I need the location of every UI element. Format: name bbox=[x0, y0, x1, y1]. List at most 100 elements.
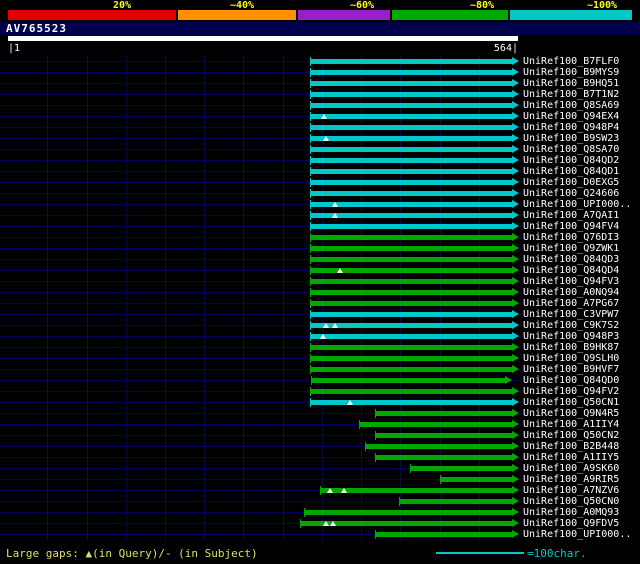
alignment-bar[interactable] bbox=[311, 378, 505, 383]
alignment-bar[interactable] bbox=[309, 235, 512, 240]
row-label[interactable]: UniRef100_A9SK60 bbox=[523, 463, 619, 474]
alignment-bar[interactable] bbox=[374, 532, 512, 537]
alignment-bar[interactable] bbox=[364, 444, 512, 449]
alignment-bar[interactable] bbox=[319, 488, 512, 493]
alignment-bar[interactable] bbox=[374, 433, 512, 438]
row-label[interactable]: UniRef100_Q94EX4 bbox=[523, 111, 619, 122]
alignment-bar[interactable] bbox=[309, 224, 512, 229]
row-label[interactable]: UniRef100_Q948P3 bbox=[523, 331, 619, 342]
query-bar bbox=[8, 36, 518, 41]
row-label[interactable]: UniRef100_Q94FV3 bbox=[523, 276, 619, 287]
alignment-bar[interactable] bbox=[309, 301, 512, 306]
alignment-bar[interactable] bbox=[374, 455, 512, 460]
alignment-bar[interactable] bbox=[304, 510, 512, 515]
row-label[interactable]: UniRef100_Q9SLH0 bbox=[523, 353, 619, 364]
row-label[interactable]: UniRef100_A7PG67 bbox=[523, 298, 619, 309]
alignment-bar[interactable] bbox=[309, 70, 512, 75]
bar-arrowhead-icon bbox=[512, 310, 519, 318]
alignment-bar[interactable] bbox=[309, 81, 512, 86]
row-label[interactable]: UniRef100_A1IIY4 bbox=[523, 419, 619, 430]
alignment-bar[interactable] bbox=[309, 136, 512, 141]
alignment-bar[interactable] bbox=[309, 367, 512, 372]
row-label[interactable]: UniRef100_Q948P4 bbox=[523, 122, 619, 133]
alignment-row: UniRef100_Q9N4R5 bbox=[0, 408, 640, 419]
bar-startcap bbox=[309, 266, 311, 275]
row-label[interactable]: UniRef100_Q24606 bbox=[523, 188, 619, 199]
alignment-bar[interactable] bbox=[309, 114, 512, 119]
row-label[interactable]: UniRef100_Q9N4R5 bbox=[523, 408, 619, 419]
alignment-bar[interactable] bbox=[309, 191, 512, 196]
alignment-bar[interactable] bbox=[309, 59, 512, 64]
bar-arrowhead-icon bbox=[504, 376, 512, 384]
row-label[interactable]: UniRef100_B7FLF0 bbox=[523, 56, 619, 67]
alignment-row: UniRef100_Q76DI3 bbox=[0, 232, 640, 243]
alignment-bar[interactable] bbox=[309, 147, 512, 152]
row-label[interactable]: UniRef100_A7NZV6 bbox=[523, 485, 619, 496]
row-label[interactable]: UniRef100_UPI000.. bbox=[523, 199, 631, 210]
row-label[interactable]: UniRef100_Q84QD3 bbox=[523, 254, 619, 265]
alignment-row: UniRef100_Q84QD2 bbox=[0, 155, 640, 166]
row-label[interactable]: UniRef100_Q50CN0 bbox=[523, 496, 619, 507]
row-label[interactable]: UniRef100_Q50CN1 bbox=[523, 397, 619, 408]
bar-arrowhead-icon bbox=[512, 233, 519, 241]
row-label[interactable]: UniRef100_Q84QD0 bbox=[523, 375, 619, 386]
row-label[interactable]: UniRef100_Q84QD4 bbox=[523, 265, 619, 276]
alignment-bar[interactable] bbox=[309, 290, 512, 295]
alignment-bar[interactable] bbox=[309, 400, 512, 405]
alignment-bar[interactable] bbox=[309, 279, 512, 284]
row-label[interactable]: UniRef100_A1IIY5 bbox=[523, 452, 619, 463]
alignment-bar[interactable] bbox=[399, 499, 512, 504]
alignment-bar[interactable] bbox=[309, 103, 512, 108]
alignment-bar[interactable] bbox=[309, 312, 512, 317]
alignment-bar[interactable] bbox=[309, 246, 512, 251]
row-label[interactable]: UniRef100_A7QAI1 bbox=[523, 210, 619, 221]
bar-startcap bbox=[440, 475, 442, 484]
row-label[interactable]: UniRef100_A0NQ94 bbox=[523, 287, 619, 298]
row-label[interactable]: UniRef100_B9HVF7 bbox=[523, 364, 619, 375]
row-label[interactable]: UniRef100_B2B448 bbox=[523, 441, 619, 452]
scale-segment-80 bbox=[392, 10, 508, 20]
alignment-bar[interactable] bbox=[309, 213, 512, 218]
bar-arrowhead-icon bbox=[512, 519, 519, 527]
row-label[interactable]: UniRef100_A9RIR5 bbox=[523, 474, 619, 485]
alignment-bar[interactable] bbox=[374, 411, 512, 416]
alignment-bar[interactable] bbox=[309, 92, 512, 97]
gap-marker-icon bbox=[330, 521, 337, 526]
row-label[interactable]: UniRef100_C9K7S2 bbox=[523, 320, 619, 331]
alignment-bar[interactable] bbox=[440, 477, 512, 482]
alignment-bar[interactable] bbox=[359, 422, 512, 427]
row-label[interactable]: UniRef100_Q8SA70 bbox=[523, 144, 619, 155]
alignment-bar[interactable] bbox=[309, 125, 512, 130]
row-label[interactable]: UniRef100_Q94FV2 bbox=[523, 386, 619, 397]
row-label[interactable]: UniRef100_C3VPW7 bbox=[523, 309, 619, 320]
row-label[interactable]: UniRef100_Q8SA69 bbox=[523, 100, 619, 111]
row-label[interactable]: UniRef100_Q76DI3 bbox=[523, 232, 619, 243]
alignment-bar[interactable] bbox=[309, 257, 512, 262]
row-label[interactable]: UniRef100_UPI000.. bbox=[523, 529, 631, 540]
row-label[interactable]: UniRef100_Q9ZWK1 bbox=[523, 243, 619, 254]
row-label[interactable]: UniRef100_Q94FV4 bbox=[523, 221, 619, 232]
row-label[interactable]: UniRef100_D0EXG5 bbox=[523, 177, 619, 188]
row-label[interactable]: UniRef100_B9SW23 bbox=[523, 133, 619, 144]
row-label[interactable]: UniRef100_B9MYS9 bbox=[523, 67, 619, 78]
alignment-bar[interactable] bbox=[309, 169, 512, 174]
row-label[interactable]: UniRef100_Q84QD1 bbox=[523, 166, 619, 177]
alignment-bar[interactable] bbox=[309, 180, 512, 185]
alignment-bar[interactable] bbox=[410, 466, 512, 471]
alignment-row: UniRef100_Q9SLH0 bbox=[0, 353, 640, 364]
alignment-bar[interactable] bbox=[309, 202, 512, 207]
alignment-bar[interactable] bbox=[309, 356, 512, 361]
row-label[interactable]: UniRef100_Q9FDV5 bbox=[523, 518, 619, 529]
alignment-bar[interactable] bbox=[309, 345, 512, 350]
row-label[interactable]: UniRef100_Q50CN2 bbox=[523, 430, 619, 441]
row-label[interactable]: UniRef100_B9HQ51 bbox=[523, 78, 619, 89]
row-label[interactable]: UniRef100_B9HK87 bbox=[523, 342, 619, 353]
row-label[interactable]: UniRef100_B7T1N2 bbox=[523, 89, 619, 100]
alignment-bar[interactable] bbox=[309, 323, 512, 328]
row-label[interactable]: UniRef100_A0MQ93 bbox=[523, 507, 619, 518]
alignment-bar[interactable] bbox=[309, 389, 512, 394]
bar-arrowhead-icon bbox=[512, 255, 519, 263]
row-label[interactable]: UniRef100_Q84QD2 bbox=[523, 155, 619, 166]
alignment-bar[interactable] bbox=[309, 158, 512, 163]
alignment-bar[interactable] bbox=[309, 334, 512, 339]
